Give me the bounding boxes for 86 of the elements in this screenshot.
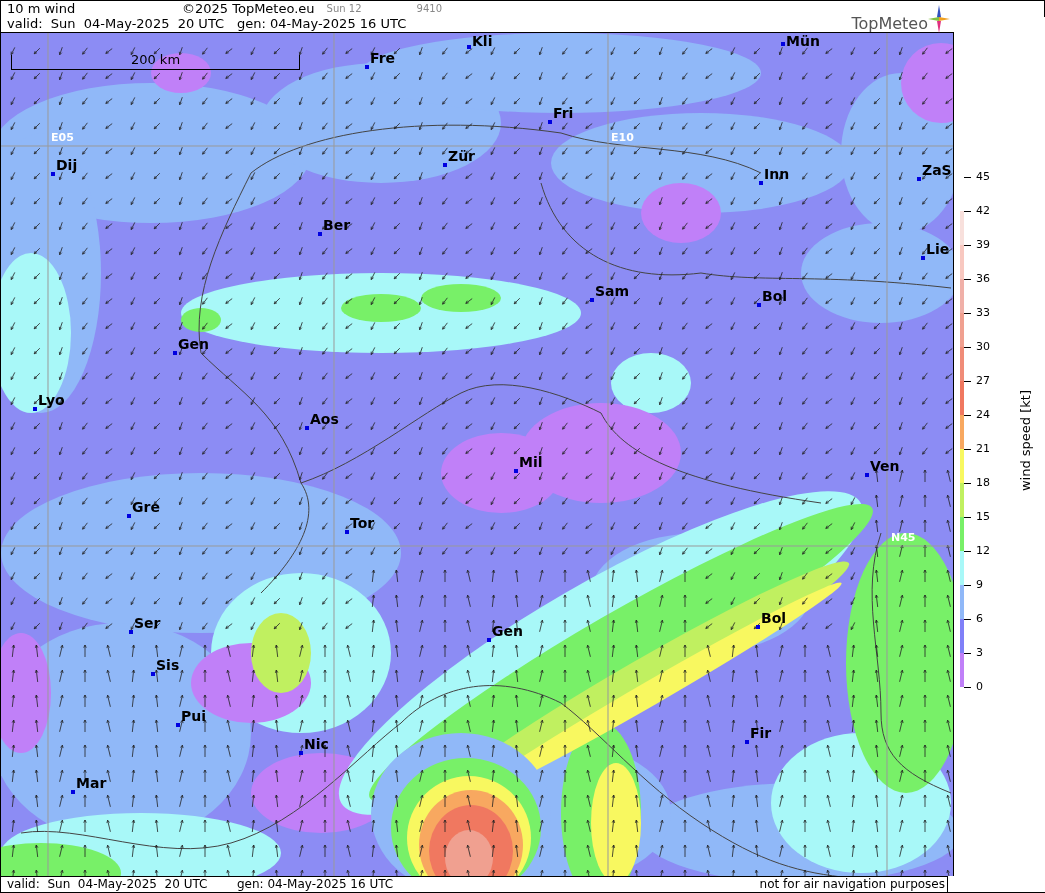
scale-tick-label: 45 — [976, 170, 990, 183]
scale-tick-label: 33 — [976, 306, 990, 319]
scale-tick-label: 9 — [976, 578, 983, 591]
city-marker — [467, 45, 471, 49]
grid-label: N45 — [891, 532, 916, 544]
city-marker — [548, 120, 552, 124]
valid-time: valid: Sun 04-May-2025 20 UTC — [7, 877, 209, 892]
city-marker — [921, 256, 925, 260]
copyright-text: ©2025 TopMeteo.eu — [182, 1, 315, 16]
city-marker — [781, 42, 785, 46]
forecast-step: Sun 12 — [326, 1, 417, 16]
scale-tick-label: 6 — [976, 612, 983, 625]
scale-tick-label: 12 — [976, 544, 990, 557]
city-label: Gen — [492, 623, 523, 639]
city-marker — [33, 407, 37, 411]
city-label: Lyo — [38, 392, 65, 408]
city-marker — [759, 181, 763, 185]
city-marker — [129, 630, 133, 634]
scale-tick-label: 39 — [976, 238, 990, 251]
city-marker — [757, 303, 761, 307]
city-marker — [345, 530, 349, 534]
scale-tick-label: 36 — [976, 272, 990, 285]
city-marker — [365, 65, 369, 69]
city-label: Mün — [786, 33, 820, 49]
city-label: Gre — [132, 499, 160, 515]
city-label: Fri — [553, 105, 574, 121]
grid-label: E05 — [51, 132, 74, 144]
scale-tick-label: 21 — [976, 442, 990, 455]
city-label: Pui — [181, 708, 207, 724]
city-marker — [51, 172, 55, 176]
scale-tick-label: 3 — [976, 646, 983, 659]
city-marker — [865, 473, 869, 477]
scale-tick-label: 27 — [976, 374, 990, 387]
city-marker — [745, 740, 749, 744]
city-marker — [756, 625, 760, 629]
city-label: Zür — [448, 148, 476, 164]
scale-tick-label: 15 — [976, 510, 990, 523]
scale-tick-label: 24 — [976, 408, 990, 421]
city-marker — [305, 426, 309, 430]
city-label: Lie — [926, 241, 950, 257]
city-label: Mar — [76, 775, 107, 791]
logo-text: TopMeteo — [851, 15, 928, 33]
city-label: Ber — [323, 217, 351, 233]
generated-time: gen: 04-May-2025 16 UTC — [237, 877, 394, 892]
city-label: Ven — [870, 458, 900, 474]
city-label: Sam — [595, 283, 630, 299]
valid-time: valid: Sun 04-May-2025 20 UTC — [7, 16, 226, 31]
city-label: Fre — [370, 50, 396, 66]
city-label: Inn — [764, 166, 790, 182]
city-marker — [514, 469, 518, 473]
product-title: 10 m wind — [7, 1, 77, 16]
city-marker — [318, 232, 322, 236]
city-label: Gen — [178, 336, 209, 352]
city-label: Fir — [750, 725, 772, 741]
legend-title: wind speed [kt] — [1018, 389, 1034, 491]
map-code: 9410 — [416, 2, 442, 16]
scale-tick-label: 30 — [976, 340, 990, 353]
city-marker — [487, 638, 491, 642]
compass-star-icon — [928, 5, 950, 33]
city-marker — [590, 298, 594, 302]
scale-bar: 200 km — [11, 55, 300, 70]
city-label: Tor — [350, 515, 375, 531]
city-label: Ser — [134, 615, 161, 631]
scale-tick-label: 42 — [976, 204, 990, 217]
city-marker — [917, 177, 921, 181]
grid-label: E10 — [611, 132, 634, 144]
city-label: Aos — [310, 411, 339, 427]
city-label: Sis — [156, 657, 180, 673]
city-marker — [176, 723, 180, 727]
city-label: Kli — [472, 33, 493, 49]
generated-time: gen: 04-May-2025 16 UTC — [237, 16, 407, 31]
city-label: ZaS — [922, 162, 952, 178]
city-label: Mil — [519, 454, 543, 470]
city-label: Dij — [56, 157, 78, 173]
city-marker — [71, 790, 75, 794]
scale-tick-label: 18 — [976, 476, 990, 489]
city-marker — [173, 351, 177, 355]
city-marker — [151, 672, 155, 676]
city-marker — [127, 514, 131, 518]
city-label: Bol — [762, 288, 788, 304]
city-label: Nic — [304, 736, 329, 752]
disclaimer-text: not for air navigation purposes — [759, 877, 946, 892]
city-marker — [299, 751, 303, 755]
city-label: Bol — [761, 610, 787, 626]
city-marker — [443, 163, 447, 167]
scale-tick-label: 0 — [976, 680, 983, 693]
